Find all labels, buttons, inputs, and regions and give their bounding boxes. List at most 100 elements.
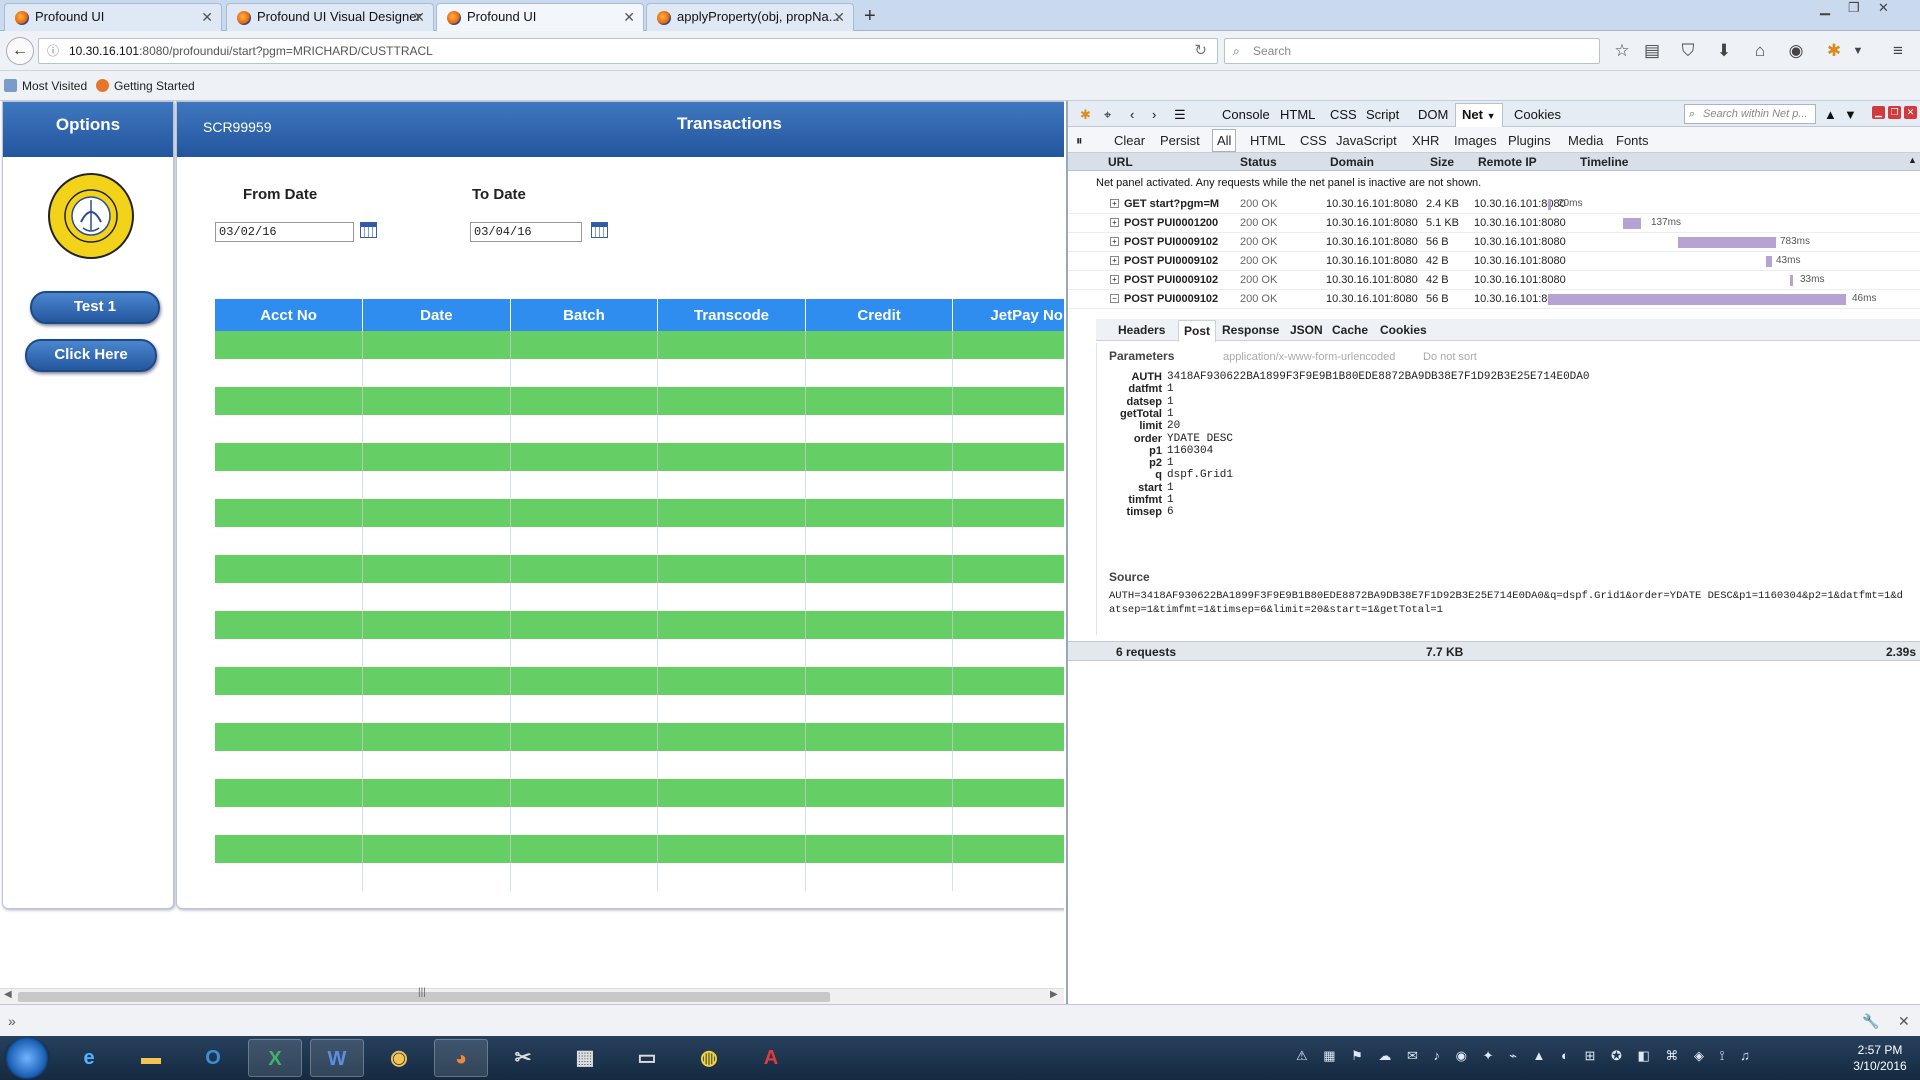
detail-tab-cache[interactable]: Cache <box>1332 323 1368 337</box>
table-cell[interactable] <box>510 751 659 779</box>
table-cell[interactable] <box>805 443 954 471</box>
net-col-url[interactable]: URL <box>1108 155 1133 169</box>
table-row[interactable] <box>215 667 1064 695</box>
column-jetpay-no[interactable]: JetPay No <box>952 299 1064 331</box>
table-cell[interactable] <box>362 527 511 555</box>
collapse-icon[interactable]: − <box>1110 294 1119 303</box>
table-cell[interactable] <box>952 751 1064 779</box>
table-cell[interactable] <box>657 555 806 583</box>
system-tray-icons[interactable]: ⚠ ▦ ⚑ ☁ ✉ ♪ ◉ ✦ ⌁ ▲ ◐ ⊞ ✪ ◧ ⌘ ◈ ⟟ ♫ <box>1296 1048 1756 1064</box>
table-cell[interactable] <box>215 387 364 415</box>
net-filter-html[interactable]: HTML <box>1250 133 1285 148</box>
column-acct-no[interactable]: Acct No <box>215 299 364 331</box>
firebug-close-icon[interactable]: ✕ <box>1904 106 1917 119</box>
table-cell[interactable] <box>362 499 511 527</box>
to-date-input[interactable]: 03/04/16 <box>470 222 582 242</box>
table-cell[interactable] <box>805 639 954 667</box>
net-filter-media[interactable]: Media <box>1568 133 1603 148</box>
table-cell[interactable] <box>657 359 806 387</box>
table-cell[interactable] <box>657 387 806 415</box>
net-filter-fonts[interactable]: Fonts <box>1616 133 1649 148</box>
net-col-timeline[interactable]: Timeline <box>1580 155 1628 169</box>
minimize-window-icon[interactable]: ▁ <box>1820 0 1830 18</box>
table-row[interactable] <box>215 779 1064 807</box>
net-filter-all[interactable]: All <box>1212 129 1237 152</box>
column-credit[interactable]: Credit <box>805 299 954 331</box>
table-cell[interactable] <box>657 583 806 611</box>
column-transcode[interactable]: Transcode <box>657 299 806 331</box>
table-cell[interactable] <box>952 527 1064 555</box>
table-cell[interactable] <box>657 863 806 891</box>
table-cell[interactable] <box>362 779 511 807</box>
click-here-button[interactable]: Click Here <box>25 339 157 372</box>
window-app-icon[interactable]: ▭ <box>620 1039 674 1077</box>
table-cell[interactable] <box>362 471 511 499</box>
table-cell[interactable] <box>952 779 1064 807</box>
table-cell[interactable] <box>510 387 659 415</box>
table-cell[interactable] <box>362 415 511 443</box>
table-cell[interactable] <box>215 499 364 527</box>
table-row[interactable] <box>215 751 1064 779</box>
table-cell[interactable] <box>215 359 364 387</box>
bookmark-getting-started[interactable]: Getting Started <box>96 78 195 94</box>
firebug-menu-icon[interactable]: ✱ <box>1080 107 1091 123</box>
table-cell[interactable] <box>510 443 659 471</box>
table-cell[interactable] <box>510 723 659 751</box>
firebug-search-input[interactable]: ⌕ Search within Net p... <box>1684 104 1816 124</box>
back-button[interactable]: ← <box>6 37 34 65</box>
table-cell[interactable] <box>657 415 806 443</box>
network-app-icon[interactable]: ▦ <box>558 1039 612 1077</box>
table-cell[interactable] <box>510 415 659 443</box>
table-cell[interactable] <box>657 807 806 835</box>
word-icon[interactable]: W <box>310 1039 364 1077</box>
table-cell[interactable] <box>952 723 1064 751</box>
table-cell[interactable] <box>805 863 954 891</box>
table-cell[interactable] <box>362 751 511 779</box>
table-cell[interactable] <box>805 695 954 723</box>
chrome-icon[interactable]: ◉ <box>372 1039 426 1077</box>
address-bar[interactable]: ⓘ 10.30.16.101:8080/profoundui/start?pgm… <box>38 38 1218 64</box>
net-request-row[interactable]: + POST PUI0001200 200 OK 10.30.16.101:8080 5… <box>1068 214 1920 233</box>
table-cell[interactable] <box>215 807 364 835</box>
net-filter-xhr[interactable]: XHR <box>1412 133 1439 148</box>
table-row[interactable] <box>215 499 1064 527</box>
table-row[interactable] <box>215 443 1064 471</box>
close-tab-icon[interactable]: ✕ <box>413 4 425 30</box>
table-cell[interactable] <box>510 835 659 863</box>
home-icon[interactable]: ⌂ <box>1748 39 1772 63</box>
table-cell[interactable] <box>510 863 659 891</box>
expand-icon[interactable]: + <box>1110 275 1119 284</box>
back-arrow-icon[interactable]: ‹ <box>1130 107 1134 122</box>
table-cell[interactable] <box>657 499 806 527</box>
table-cell[interactable] <box>952 499 1064 527</box>
scroll-right-icon[interactable]: ▶ <box>1050 989 1058 1000</box>
net-clear-button[interactable]: Clear <box>1114 133 1145 148</box>
table-cell[interactable] <box>215 695 364 723</box>
expand-icon[interactable]: + <box>1110 199 1119 208</box>
table-cell[interactable] <box>952 443 1064 471</box>
table-cell[interactable] <box>362 331 511 359</box>
snipping-tool-icon[interactable]: ✂ <box>496 1039 550 1077</box>
excel-icon[interactable]: X <box>248 1039 302 1077</box>
detail-tab-json[interactable]: JSON <box>1290 323 1323 337</box>
search-input[interactable]: ⌕ Search <box>1224 38 1600 64</box>
table-cell[interactable] <box>510 359 659 387</box>
pocket-icon[interactable]: ⛉ <box>1676 39 1700 63</box>
bookmark-star-icon[interactable]: ☆ <box>1610 39 1634 63</box>
table-row[interactable] <box>215 359 1064 387</box>
table-cell[interactable] <box>657 471 806 499</box>
table-cell[interactable] <box>510 807 659 835</box>
table-row[interactable] <box>215 807 1064 835</box>
close-icon[interactable]: ✕ <box>1898 1013 1910 1030</box>
table-cell[interactable] <box>805 471 954 499</box>
table-cell[interactable] <box>805 499 954 527</box>
site-info-icon[interactable]: ⓘ <box>47 39 59 63</box>
table-cell[interactable] <box>657 611 806 639</box>
table-cell[interactable] <box>952 639 1064 667</box>
table-cell[interactable] <box>215 863 364 891</box>
table-cell[interactable] <box>510 779 659 807</box>
table-cell[interactable] <box>952 807 1064 835</box>
close-tab-icon[interactable]: ✕ <box>833 4 845 30</box>
table-row[interactable] <box>215 863 1064 891</box>
search-down-icon[interactable]: ▼ <box>1844 107 1857 122</box>
